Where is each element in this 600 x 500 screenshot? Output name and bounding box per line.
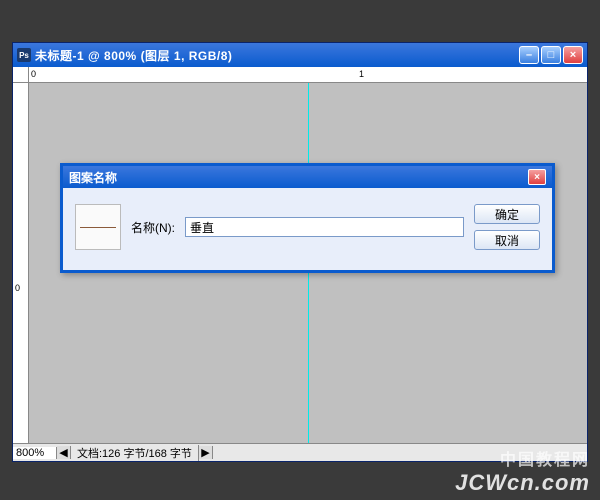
app-window: Ps 未标题-1 @ 800% (图层 1, RGB/8) – □ × 0 1 … — [12, 42, 588, 462]
name-label: 名称(N): — [131, 219, 175, 236]
pattern-preview — [75, 204, 121, 250]
document-info: 文档:126 字节/168 字节 — [71, 445, 199, 461]
dialog-title: 图案名称 — [69, 169, 528, 186]
close-button[interactable]: × — [563, 46, 583, 64]
ruler-corner — [13, 67, 29, 83]
app-icon: Ps — [17, 48, 31, 62]
dialog-buttons: 确定 取消 — [474, 204, 540, 250]
minimize-button[interactable]: – — [519, 46, 539, 64]
ruler-tick: 0 — [31, 69, 36, 79]
scroll-left-button[interactable]: ◀ — [57, 446, 71, 459]
ruler-vertical[interactable]: 0 — [13, 83, 29, 443]
ruler-horizontal[interactable]: 0 1 — [29, 67, 587, 83]
name-input[interactable] — [185, 217, 464, 237]
maximize-button[interactable]: □ — [541, 46, 561, 64]
watermark-cn: 中国教程网 — [455, 446, 590, 470]
pattern-name-dialog: 图案名称 × 名称(N): 确定 取消 — [60, 163, 555, 273]
dialog-titlebar: 图案名称 × — [63, 166, 552, 188]
titlebar: Ps 未标题-1 @ 800% (图层 1, RGB/8) – □ × — [13, 43, 587, 67]
ruler-tick: 1 — [359, 69, 364, 79]
scroll-right-button[interactable]: ▶ — [199, 446, 213, 459]
watermark: 中国教程网 JCWcn.com — [455, 446, 590, 496]
dialog-body: 名称(N): 确定 取消 — [63, 188, 552, 270]
ok-button[interactable]: 确定 — [474, 204, 540, 224]
dialog-close-button[interactable]: × — [528, 169, 546, 185]
watermark-url: JCWcn.com — [455, 470, 590, 496]
cancel-button[interactable]: 取消 — [474, 230, 540, 250]
zoom-level[interactable]: 800% — [13, 447, 57, 459]
window-title: 未标题-1 @ 800% (图层 1, RGB/8) — [35, 47, 517, 64]
ruler-tick: 0 — [15, 283, 20, 293]
